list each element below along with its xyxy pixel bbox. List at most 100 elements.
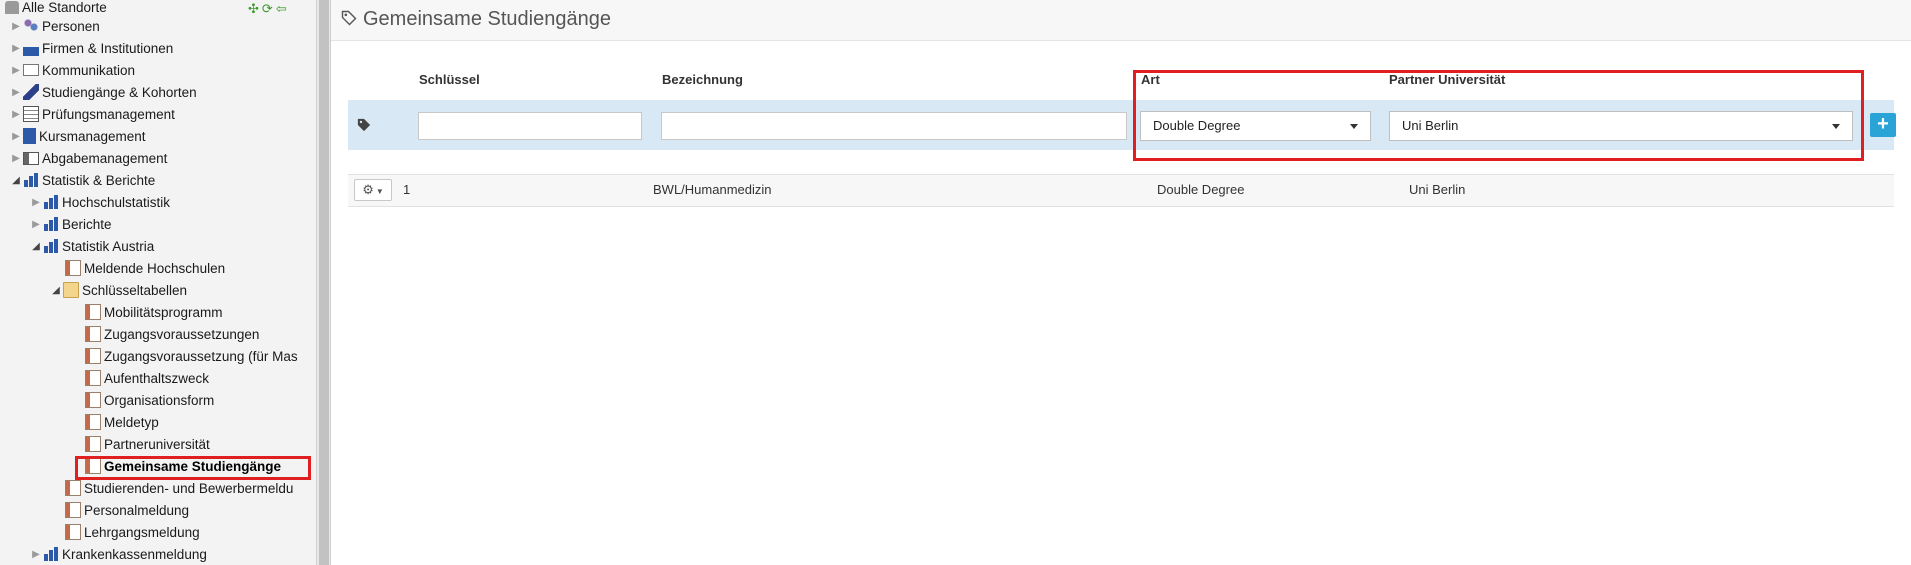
tree-item-label: Zugangsvoraussetzung (für Mas — [104, 349, 298, 364]
tree-item-hochschulstatistik[interactable]: ▶ Hochschulstatistik — [30, 192, 170, 214]
tree-item-kommunikation[interactable]: ▶ Kommunikation — [10, 60, 135, 82]
document-icon — [85, 348, 101, 365]
tree-item-label: Statistik & Berichte — [42, 173, 156, 188]
highlight-box — [75, 456, 311, 480]
document-icon — [85, 436, 101, 453]
tree-item-label: Studierenden- und Bewerbermeldu — [84, 481, 294, 496]
tree-item-schluesseltabellen[interactable]: ◢ Schlüsseltabellen — [50, 280, 187, 302]
expand-arrow-icon[interactable]: ▶ — [30, 214, 42, 236]
folder-open-icon — [63, 282, 79, 299]
bezeichnung-input[interactable] — [661, 112, 1127, 140]
checklist-icon — [23, 106, 39, 123]
tree-item-label: Abgabemanagement — [42, 151, 168, 166]
tree-item-label: Meldende Hochschulen — [84, 261, 226, 276]
bar-chart-icon — [23, 172, 39, 188]
cell-bezeichnung: BWL/Humanmedizin — [653, 182, 772, 197]
column-header-schluessel[interactable]: Schlüssel — [419, 72, 480, 87]
tree-item-pruefungsmanagement[interactable]: ▶ Prüfungsmanagement — [10, 104, 175, 126]
cell-schluessel: 1 — [403, 182, 411, 197]
expand-arrow-icon[interactable]: ▶ — [10, 38, 22, 60]
document-icon — [85, 370, 101, 387]
tree-item-studiengaenge[interactable]: ▶ Studiengänge & Kohorten — [10, 82, 197, 104]
tree-item-studierenden-meldung[interactable]: Studierenden- und Bewerbermeldu — [64, 478, 293, 500]
document-icon — [85, 326, 101, 343]
tree-item-label: Zugangsvoraussetzungen — [104, 327, 260, 342]
tree-item-label: Berichte — [62, 217, 112, 232]
tree-item-berichte[interactable]: ▶ Berichte — [30, 214, 112, 236]
tree-item-personen[interactable]: ▶ Personen — [10, 16, 100, 38]
bar-chart-icon — [43, 546, 59, 562]
tree-item-kursmanagement[interactable]: ▶ Kursmanagement — [10, 126, 146, 148]
tree-item-statistik-berichte[interactable]: ◢ Statistik & Berichte — [10, 170, 155, 192]
tree-item-aufenthaltszweck[interactable]: Aufenthaltszweck — [84, 368, 209, 390]
scrollbar-thumb[interactable] — [319, 0, 329, 565]
table-row[interactable] — [348, 174, 1894, 207]
factory-icon — [23, 40, 39, 57]
collapse-arrow-icon[interactable]: ◢ — [10, 170, 22, 192]
page-title: Gemeinsame Studiengänge — [363, 8, 611, 30]
tree-item-meldende-hochschulen[interactable]: Meldende Hochschulen — [64, 258, 225, 280]
tree-item-label: Firmen & Institutionen — [42, 41, 174, 56]
tree-item-label: Schlüsseltabellen — [82, 283, 188, 298]
column-header-bezeichnung[interactable]: Bezeichnung — [662, 72, 743, 87]
tree-root-label: Alle Standorte — [22, 0, 107, 15]
page-title-wrap: Gemeinsame Studiengänge — [341, 5, 611, 33]
tree-item-statistik-austria[interactable]: ◢ Statistik Austria — [30, 236, 154, 258]
caret-down-icon: ▼ — [375, 187, 384, 196]
tag-icon — [341, 10, 357, 26]
expand-arrow-icon[interactable]: ▶ — [10, 104, 22, 126]
collapse-arrow-icon[interactable]: ◢ — [30, 236, 42, 258]
tree-item-personalmeldung[interactable]: Personalmeldung — [64, 500, 189, 522]
tree-item-label: Studiengänge & Kohorten — [42, 85, 197, 100]
expand-arrow-icon[interactable]: ▶ — [10, 126, 22, 148]
tree-item-abgabemanagement[interactable]: ▶ Abgabemanagement — [10, 148, 167, 170]
schluessel-input[interactable] — [418, 112, 642, 140]
expand-arrow-icon[interactable]: ▶ — [10, 82, 22, 104]
tree-item-zugangsvoraussetzung-master[interactable]: Zugangsvoraussetzung (für Mas — [84, 346, 298, 368]
bar-chart-icon — [43, 194, 59, 210]
expand-all-icon[interactable]: ✣ — [248, 1, 262, 16]
collapse-sidebar-icon[interactable]: ⇦ — [276, 1, 290, 16]
row-actions-button[interactable]: ⚙ ▼ — [354, 179, 392, 201]
cell-partner: Uni Berlin — [1409, 182, 1466, 197]
expand-arrow-icon[interactable]: ▶ — [30, 544, 42, 565]
tree-item-label: Mobilitätsprogramm — [104, 305, 223, 320]
tree-item-label: Aufenthaltszweck — [104, 371, 210, 386]
tree-item-organisationsform[interactable]: Organisationsform — [84, 390, 214, 412]
main-content: Gemeinsame Studiengänge Schlüssel Bezeic… — [331, 0, 1911, 565]
tree-item-meldetyp[interactable]: Meldetyp — [84, 412, 159, 434]
sidebar-scrollbar[interactable] — [316, 0, 330, 565]
document-icon — [85, 392, 101, 409]
tree-item-partneruniversitaet[interactable]: Partneruniversität — [84, 434, 210, 456]
tree-item-label: Personalmeldung — [84, 503, 190, 518]
expand-arrow-icon[interactable]: ▶ — [10, 16, 22, 38]
tree-item-label: Partneruniversität — [104, 437, 210, 452]
graduation-icon — [23, 84, 39, 101]
tree-item-krankenkassenmeldung[interactable]: ▶ Krankenkassenmeldung — [30, 544, 207, 565]
tree-item-label: Meldetyp — [104, 415, 159, 430]
refresh-icon[interactable]: ⟳ — [262, 1, 276, 16]
tree-item-label: Kommunikation — [42, 63, 136, 78]
tree-item-label: Kursmanagement — [39, 129, 146, 144]
document-icon — [65, 480, 81, 497]
expand-arrow-icon[interactable]: ▶ — [10, 60, 22, 82]
tree-item-zugangsvoraussetzungen[interactable]: Zugangsvoraussetzungen — [84, 324, 259, 346]
tree-item-label: Organisationsform — [104, 393, 215, 408]
tree-item-firmen[interactable]: ▶ Firmen & Institutionen — [10, 38, 173, 60]
book-icon — [23, 128, 36, 145]
tree-toolbar: ✣⟳⇦ — [248, 1, 290, 17]
tree-item-label: Statistik Austria — [62, 239, 155, 254]
collapse-arrow-icon[interactable]: ◢ — [50, 280, 62, 302]
bar-chart-icon — [43, 238, 59, 254]
expand-arrow-icon[interactable]: ▶ — [10, 148, 22, 170]
gear-icon: ⚙ — [362, 182, 374, 197]
expand-arrow-icon[interactable]: ▶ — [30, 192, 42, 214]
tree-item-lehrgangsmeldung[interactable]: Lehrgangsmeldung — [64, 522, 200, 544]
document-icon — [85, 304, 101, 321]
building-icon — [5, 0, 19, 14]
tree-item-mobilitaetsprogramm[interactable]: Mobilitätsprogramm — [84, 302, 223, 324]
add-button[interactable]: + — [1870, 113, 1896, 137]
tree-item-label: Prüfungsmanagement — [42, 107, 175, 122]
people-icon — [23, 18, 39, 35]
cell-art: Double Degree — [1157, 182, 1245, 197]
